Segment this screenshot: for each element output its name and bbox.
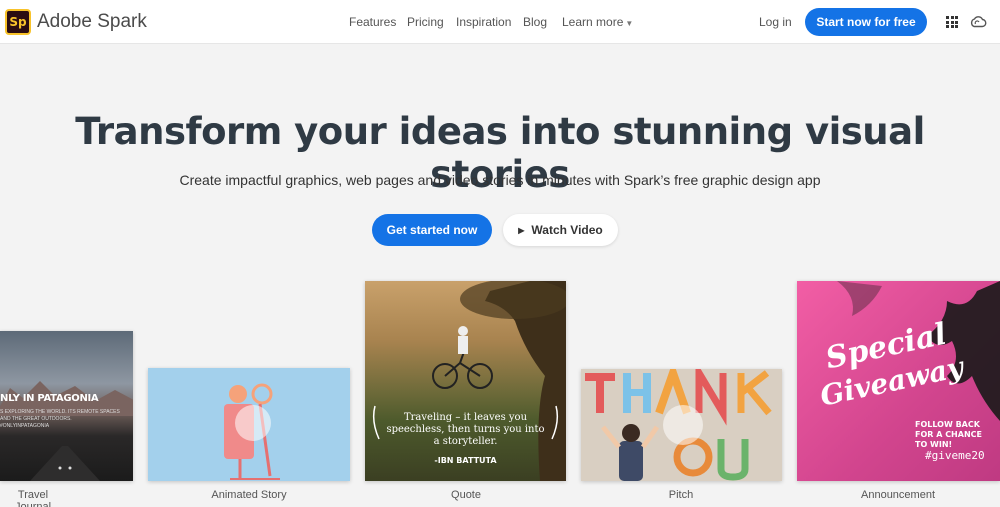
creative-cloud-icon[interactable] [969,13,987,31]
card-label-quote: Quote [451,489,481,501]
travel-card-body: S EXPLORING THE WORLD. ITS REMOTE SPACES… [0,409,120,429]
nav-blog[interactable]: Blog [523,15,547,29]
card-label-travel-journal: Travel Journal [14,489,52,507]
card-announcement[interactable]: Special Giveaway FOLLOW BACK FOR A CHANC… [797,281,1000,481]
play-icon: ▶ [518,226,525,235]
hero-subtitle: Create impactful graphics, web pages and… [179,172,821,188]
adobe-spark-logo-icon[interactable]: Sp [5,9,31,35]
quote-text: Traveling – it leaves you speechless, th… [386,412,545,447]
hashtag-text: #giveme20 [925,449,985,462]
apps-grid-icon[interactable] [946,16,958,28]
watch-video-button[interactable]: ▶ Watch Video [503,214,618,246]
login-link[interactable]: Log in [759,15,792,29]
watch-video-label: Watch Video [531,223,603,237]
get-started-button[interactable]: Get started now [372,214,492,246]
nav-inspiration[interactable]: Inspiration [456,15,511,29]
start-now-free-button[interactable]: Start now for free [805,8,927,36]
card-label-announcement: Announcement [861,489,935,501]
quote-author: -IBN BATTUTA [434,456,497,465]
caret-down-icon: ▼ [625,19,634,28]
card-label-animated-story: Animated Story [211,489,287,501]
play-overlay-icon[interactable] [235,405,271,441]
play-overlay-icon[interactable] [663,405,703,445]
top-navigation-bar: Sp Adobe Spark Features Pricing Inspirat… [0,0,1000,44]
follow-back-text: FOLLOW BACK FOR A CHANCE TO WIN! [915,420,982,449]
card-label-pitch: Pitch [668,489,694,501]
nav-learn-more-label: Learn more [562,15,624,29]
road-illustration [30,446,100,481]
card-animated-story[interactable] [148,368,350,481]
tree-cyclist-illustration [372,281,566,481]
card-travel-journal[interactable]: NLY IN PATAGONIA S EXPLORING THE WORLD. … [0,331,133,481]
brand-name[interactable]: Adobe Spark [37,11,147,33]
nav-learn-more[interactable]: Learn more ▼ [562,15,633,29]
travel-card-title: NLY IN PATAGONIA [0,393,99,404]
card-pitch[interactable] [581,369,782,481]
card-quote[interactable]: Traveling – it leaves you speechless, th… [365,281,566,481]
nav-features[interactable]: Features [349,15,396,29]
nav-pricing[interactable]: Pricing [407,15,444,29]
